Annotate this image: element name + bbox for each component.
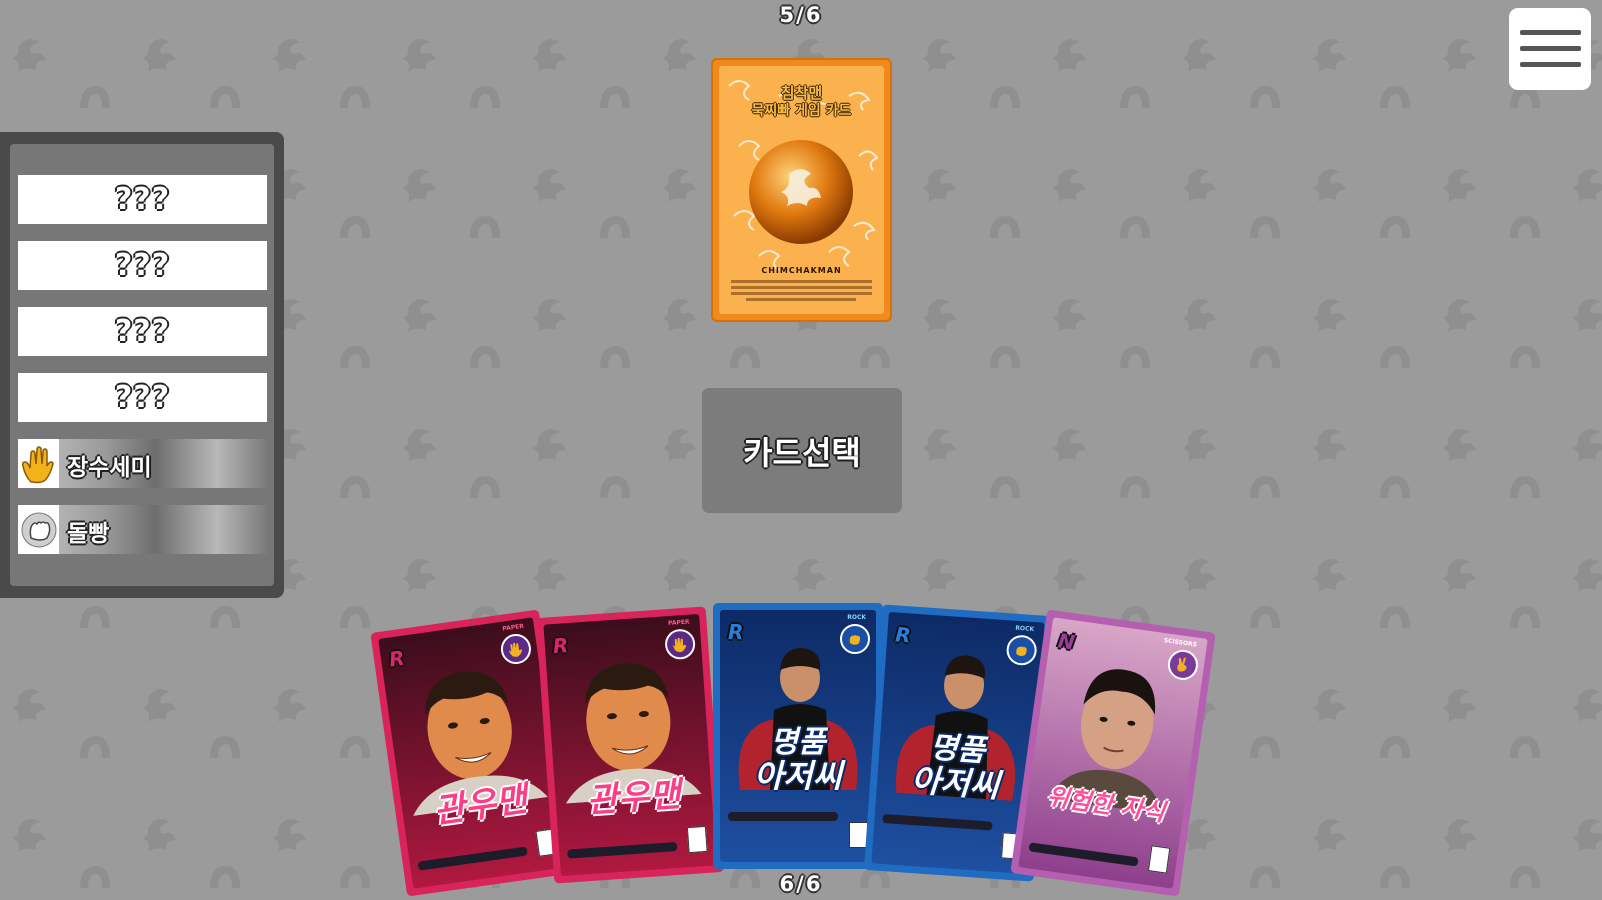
- hand-card[interactable]: R ROCK 명품 아저씨: [713, 603, 883, 869]
- player-list-panel: ??? ??? ??? ??? 장수세미 돌빵: [0, 132, 284, 598]
- hidden-player-slot: ???: [18, 373, 267, 422]
- player-slot: 돌빵: [18, 505, 267, 554]
- deck-title-line2: 묵찌빠 게임 카드: [751, 103, 852, 119]
- qr-code: [1147, 845, 1171, 874]
- card-info-bar: [567, 841, 678, 859]
- card-info-bar: [882, 813, 993, 831]
- deck-brand: CHIMCHAKMAN: [761, 266, 842, 275]
- card-type: PAPER: [667, 618, 690, 628]
- hand-card[interactable]: R PAPER 관우맨: [535, 606, 725, 884]
- card-type: SCISSORS: [1163, 637, 1198, 649]
- menu-button[interactable]: [1509, 8, 1591, 90]
- card-info-bar: [417, 846, 528, 871]
- round-counter-top: 5/6: [779, 3, 823, 27]
- card-info-bar: [728, 812, 838, 821]
- card-name-line1: 명품: [770, 725, 826, 760]
- hidden-player-slot: ???: [18, 307, 267, 356]
- card-info-bar: [1028, 842, 1139, 867]
- paper-hand-icon: [18, 439, 59, 488]
- player-name: 장수세미: [67, 455, 152, 481]
- card-name-line2: 아저씨: [753, 757, 843, 795]
- card-type: PAPER: [501, 622, 525, 633]
- card-rarity: R: [552, 633, 570, 659]
- rock-fist-icon: [840, 624, 870, 654]
- deck-card[interactable]: 침착맨 묵찌빠 게임 카드 CHIMCHAKMAN: [711, 58, 892, 322]
- card-rarity: R: [387, 645, 407, 672]
- card-rarity: N: [1056, 628, 1077, 655]
- rock-fist-icon: [18, 505, 59, 554]
- player-slot: 장수세미: [18, 439, 267, 488]
- hidden-player-slot: ???: [18, 175, 267, 224]
- card-type: ROCK: [847, 614, 866, 621]
- card-rarity: R: [728, 620, 744, 644]
- hidden-player-slot: ???: [18, 241, 267, 290]
- player-list: ??? ??? ??? ??? 장수세미 돌빵: [10, 144, 274, 586]
- deck-card-face: 침착맨 묵찌빠 게임 카드 CHIMCHAKMAN: [719, 66, 884, 314]
- round-counter-bottom: 6/6: [779, 872, 823, 896]
- card-rarity: R: [894, 622, 912, 648]
- player-name: 돌빵: [67, 521, 110, 547]
- qr-code: [686, 825, 708, 854]
- select-card-button[interactable]: 카드선택: [702, 388, 902, 513]
- card-type: ROCK: [1015, 624, 1035, 634]
